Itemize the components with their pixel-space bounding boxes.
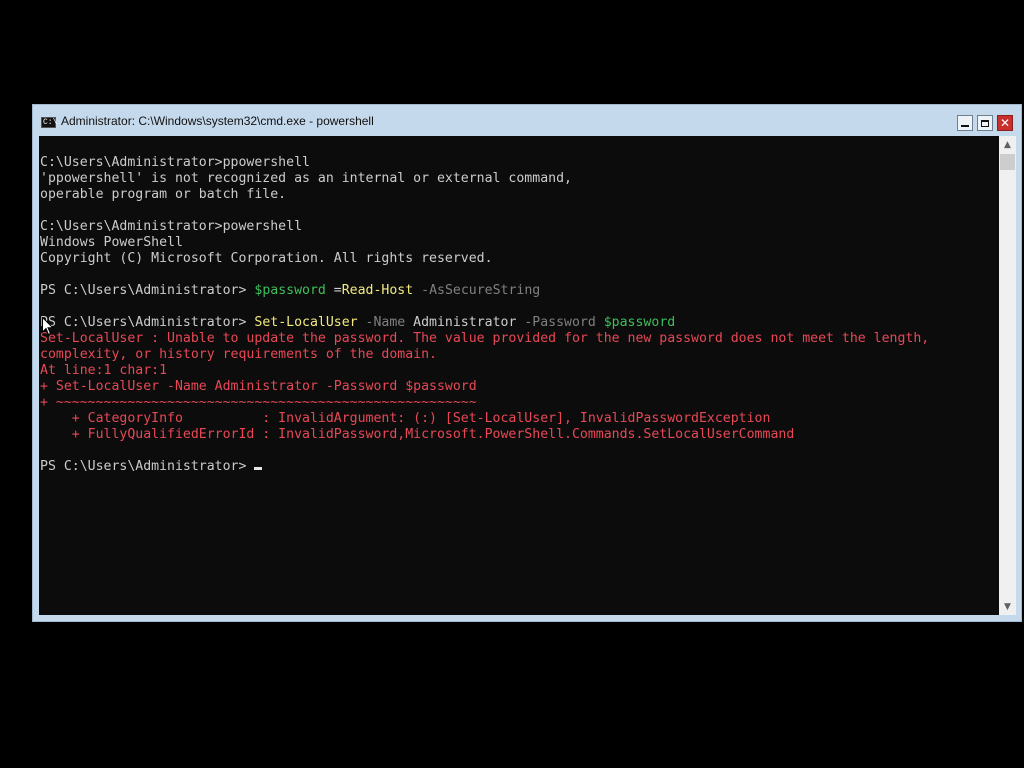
- title-bar[interactable]: C:\ Administrator: C:\Windows\system32\c…: [33, 105, 1021, 137]
- minimize-icon: [961, 125, 969, 127]
- vertical-scrollbar[interactable]: ▲ ▼: [999, 136, 1016, 615]
- console-text-segment: Copyright (C) Microsoft Corporation. All…: [40, 251, 493, 266]
- console-line: Copyright (C) Microsoft Corporation. All…: [40, 251, 929, 267]
- console-text-segment: Set-LocalUser: [254, 315, 358, 330]
- console-text-segment: + Set-LocalUser -Name Administrator -Pas…: [40, 379, 477, 394]
- console-line: operable program or batch file.: [40, 187, 929, 203]
- console-text-segment: -Password: [516, 315, 596, 330]
- console-lines: C:\Users\Administrator>ppowershell'ppowe…: [40, 155, 929, 475]
- console-output[interactable]: C:\Users\Administrator>ppowershell'ppowe…: [39, 136, 999, 615]
- maximize-button[interactable]: [977, 115, 993, 131]
- close-icon: ✕: [999, 116, 1011, 130]
- console-text-segment: complexity, or history requirements of t…: [40, 347, 437, 362]
- console-window[interactable]: C:\ Administrator: C:\Windows\system32\c…: [32, 104, 1022, 622]
- window-title: Administrator: C:\Windows\system32\cmd.e…: [61, 114, 374, 128]
- console-text-segment: $password: [595, 315, 676, 330]
- console-line: + CategoryInfo : InvalidArgument: (:) [S…: [40, 411, 929, 427]
- console-text-segment: 'ppowershell' is not recognized as an in…: [40, 171, 572, 186]
- console-line: + Set-LocalUser -Name Administrator -Pas…: [40, 379, 929, 395]
- console-text-segment: Windows PowerShell: [40, 235, 183, 250]
- console-text-segment: Read-Host: [341, 283, 414, 298]
- console-text-segment: $password: [254, 283, 326, 298]
- console-text-segment: PS C:\Users\Administrator>: [40, 459, 255, 474]
- console-text-segment: + CategoryInfo : InvalidArgument: (:) [S…: [40, 411, 771, 426]
- console-text-segment: At line:1 char:1: [40, 363, 168, 378]
- close-button[interactable]: ✕: [997, 115, 1013, 131]
- console-text-segment: PS C:\Users\Administrator>: [40, 315, 255, 330]
- text-cursor: [254, 467, 263, 470]
- console-text-segment: =: [325, 283, 342, 298]
- console-line: C:\Users\Administrator>ppowershell: [40, 155, 929, 171]
- console-icon: C:\: [41, 117, 58, 128]
- console-line: complexity, or history requirements of t…: [40, 347, 929, 363]
- minimize-button[interactable]: [957, 115, 973, 131]
- console-text-segment: + FullyQualifiedErrorId : InvalidPasswor…: [40, 427, 795, 442]
- console-text-segment: Set-LocalUser : Unable to update the pas…: [40, 331, 930, 346]
- console-line: + FullyQualifiedErrorId : InvalidPasswor…: [40, 427, 929, 443]
- console-line: PS C:\Users\Administrator> $password =Re…: [40, 283, 929, 299]
- console-text-segment: Administrator: [405, 315, 517, 330]
- console-text-segment: operable program or batch file.: [40, 187, 287, 202]
- console-text-segment: -Name: [357, 315, 406, 330]
- console-text-segment: + ~~~~~~~~~~~~~~~~~~~~~~~~~~~~~~~~~~~~~~…: [40, 395, 477, 410]
- console-text-segment: PS C:\Users\Administrator>: [40, 283, 255, 298]
- scrollbar-thumb[interactable]: [1000, 154, 1015, 170]
- console-line: C:\Users\Administrator>powershell: [40, 219, 929, 235]
- console-line: PS C:\Users\Administrator> Set-LocalUser…: [40, 315, 929, 331]
- console-text-segment: C:\Users\Administrator>ppowershell: [40, 155, 310, 170]
- scroll-up-arrow-icon[interactable]: ▲: [999, 136, 1016, 153]
- console-line: + ~~~~~~~~~~~~~~~~~~~~~~~~~~~~~~~~~~~~~~…: [40, 395, 929, 411]
- scroll-down-arrow-icon[interactable]: ▼: [999, 598, 1016, 615]
- console-line: Set-LocalUser : Unable to update the pas…: [40, 331, 929, 347]
- console-line: Windows PowerShell: [40, 235, 929, 251]
- console-line: At line:1 char:1: [40, 363, 929, 379]
- console-line: PS C:\Users\Administrator>: [40, 459, 929, 475]
- maximize-icon: [981, 119, 989, 127]
- console-text-segment: -AsSecureString: [413, 283, 541, 298]
- console-line: 'ppowershell' is not recognized as an in…: [40, 171, 929, 187]
- console-text-segment: C:\Users\Administrator>powershell: [40, 219, 303, 234]
